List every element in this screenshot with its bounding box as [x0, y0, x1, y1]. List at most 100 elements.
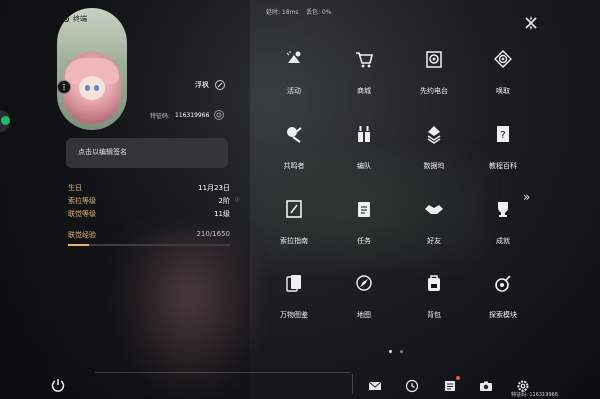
union-level-row: 联觉等级 11级 — [68, 209, 230, 222]
menu-item-label: 地图 — [357, 311, 371, 319]
info-icon[interactable]: ⓘ — [235, 196, 240, 203]
next-page-button[interactable]: » — [523, 190, 530, 204]
cards-icon — [284, 272, 304, 294]
menu-item[interactable]: 商城 — [333, 48, 395, 108]
uid-label: 特征码: — [150, 112, 171, 120]
tutorial-book-icon: ? — [493, 123, 513, 145]
svg-text:?: ? — [500, 130, 505, 141]
quest-icon — [354, 198, 374, 220]
bottom-bar: 特征码: 116319966 — [0, 372, 600, 399]
player-name: 浮枫 — [195, 81, 209, 89]
notice-button[interactable] — [443, 378, 457, 392]
friends-handshake-icon — [424, 198, 444, 220]
profile-card-title: 终端 — [63, 14, 87, 24]
shop-cart-icon — [354, 48, 374, 70]
notification-badge — [456, 376, 460, 380]
copy-icon — [216, 112, 222, 118]
menu-item-label: 成就 — [496, 237, 510, 245]
bottom-divider — [95, 372, 350, 373]
packet-loss-readout: 丢包: 0% — [306, 9, 332, 16]
menu-item[interactable]: 数据坞 — [403, 123, 465, 183]
menu-item-label: 探索模块 — [489, 311, 517, 319]
menu-item[interactable]: 万物图鉴 — [263, 272, 325, 332]
clock-icon — [405, 379, 419, 393]
menu-item[interactable]: 探索模块 — [472, 272, 534, 332]
copy-uid-button[interactable] — [214, 110, 225, 120]
edit-name-button[interactable] — [215, 80, 225, 90]
more-dots-icon — [63, 83, 65, 91]
data-dock-icon — [424, 123, 444, 145]
online-indicator — [1, 116, 10, 125]
sora-level-row: 索拉等级 2阶 ⓘ — [68, 196, 240, 209]
birthday-label: 生日 — [68, 184, 82, 192]
union-exp-row: 联觉经验 210/1650 — [68, 230, 230, 242]
menu-item[interactable]: 任务 — [333, 198, 395, 258]
camera-button[interactable] — [479, 378, 493, 392]
menu-item-label: 索拉指南 — [280, 237, 308, 245]
resonator-icon — [284, 123, 304, 145]
profile-card[interactable]: 终端 — [57, 8, 127, 130]
backpack-icon — [424, 272, 444, 294]
divider — [352, 374, 353, 394]
menu-item[interactable]: 成就 — [472, 198, 534, 258]
signature-input[interactable]: 点击以编辑签名 — [66, 138, 228, 168]
menu-item-label: 唤取 — [496, 87, 510, 95]
page-dot-active[interactable] — [389, 350, 392, 353]
menu-item[interactable]: 编队 — [333, 123, 395, 183]
menu-item[interactable]: ? 教程百科 — [472, 123, 534, 183]
ping-readout: 延时: 18ms — [266, 9, 299, 16]
page-dot[interactable] — [400, 350, 403, 353]
menu-item[interactable]: 活动 — [263, 48, 325, 108]
menu-item[interactable]: 唤取 — [472, 48, 534, 108]
mail-icon — [368, 381, 382, 390]
settings-button[interactable] — [516, 378, 530, 392]
player-name-row: 浮枫 — [195, 80, 225, 90]
double-chevron-right-icon: » — [523, 190, 531, 204]
mail-button[interactable] — [368, 378, 382, 392]
avatar-eye — [94, 85, 99, 91]
avatar[interactable] — [63, 52, 121, 124]
union-exp-label: 联觉经验 — [68, 231, 96, 239]
union-exp-value: 210/1650 — [196, 230, 230, 238]
menu-item-label: 好友 — [427, 237, 441, 245]
close-icon — [525, 16, 537, 30]
gear-icon — [63, 16, 70, 22]
sora-level-label: 索拉等级 — [68, 197, 96, 205]
explore-module-icon — [493, 272, 513, 294]
compass-icon — [354, 272, 374, 294]
menu-item[interactable]: 索拉指南 — [263, 198, 325, 258]
notice-icon — [445, 381, 455, 391]
menu-item-label: 教程百科 — [489, 162, 517, 170]
power-icon — [51, 379, 65, 392]
menu-item-label: 数据坞 — [423, 162, 445, 170]
radio-icon — [424, 48, 444, 70]
menu-item[interactable]: 共鸣者 — [263, 123, 325, 183]
achievement-trophy-icon — [493, 198, 513, 220]
menu-item-label: 商城 — [357, 87, 371, 95]
bottom-uid: 特征码: 116319966 — [511, 392, 558, 398]
menu-item-label: 共鸣者 — [283, 162, 305, 170]
menu-item[interactable]: 背包 — [403, 272, 465, 332]
birthday-row: 生日 11月23日 — [68, 183, 230, 196]
avatar-options-button[interactable] — [57, 80, 71, 94]
menu-item-label: 活动 — [287, 87, 301, 95]
clock-button[interactable] — [405, 378, 419, 393]
activity-icon — [284, 48, 304, 70]
union-level-label: 联觉等级 — [68, 210, 96, 218]
power-button[interactable] — [50, 377, 66, 393]
player-stats: 生日 11月23日 索拉等级 2阶 ⓘ 联觉等级 11级 联觉经验 210/16… — [68, 183, 240, 246]
menu-item[interactable]: 地图 — [333, 272, 395, 332]
menu-item[interactable]: 先约电台 — [403, 48, 465, 108]
team-icon — [354, 123, 374, 145]
menu-item-label: 背包 — [427, 311, 441, 319]
sora-level-value: 2阶 — [218, 197, 230, 205]
guidebook-icon — [284, 198, 304, 220]
uid-row: 特征码: 116319966 — [150, 110, 225, 120]
pencil-icon — [217, 82, 223, 88]
union-level-value: 11级 — [214, 210, 230, 218]
menu-item-label: 编队 — [357, 162, 371, 170]
menu-item[interactable]: 好友 — [403, 198, 465, 258]
signature-placeholder: 点击以编辑签名 — [78, 148, 127, 156]
close-button[interactable] — [520, 12, 542, 34]
birthday-value: 11月23日 — [198, 184, 230, 192]
